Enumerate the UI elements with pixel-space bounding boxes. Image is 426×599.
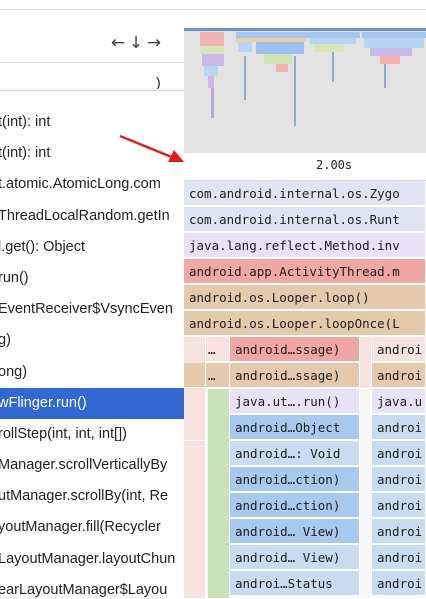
method-list-item[interactable]: EventReceiver$VsyncEven [0, 294, 186, 325]
flame-frame[interactable]: android…Object [230, 415, 360, 440]
flame-frame[interactable]: androi…Status [230, 571, 360, 596]
method-list-item[interactable]: LayoutManager.layoutChun [0, 544, 186, 575]
flame-frame[interactable]: android.os.Looper.loopOnce(L [184, 311, 426, 336]
method-list-item[interactable]: t.atomic.AtomicLong.com [0, 169, 186, 200]
flame-frame[interactable]: android…ssage) [230, 363, 360, 388]
method-list-item[interactable]: g) [0, 325, 186, 356]
flame-frame[interactable]: com.android.internal.os.Runt [184, 207, 426, 232]
flame-frame[interactable]: android… View) [230, 519, 360, 544]
method-list-item-selected[interactable]: wFlinger.run() [0, 387, 186, 419]
flame-frame[interactable]: com.android.internal.os.Zygo [184, 181, 426, 206]
flame-frame[interactable]: androi [372, 467, 426, 492]
flame-gutter-frame[interactable] [360, 389, 372, 599]
method-list-item[interactable]: earLayoutManager$Layou [0, 575, 186, 599]
method-list: t(int): int t(int): int t.atomic.AtomicL… [0, 107, 186, 599]
flame-gutter-frame[interactable] [360, 337, 372, 389]
flame-gutter-frame[interactable] [184, 337, 206, 441]
down-arrow-icon[interactable]: ↓ [128, 33, 144, 53]
flame-frame[interactable]: androi [372, 545, 426, 570]
flame-frame[interactable]: androi [372, 337, 426, 362]
navigation-toolbar: ← ↓ → [0, 27, 186, 61]
flame-frame[interactable]: androi [372, 441, 426, 466]
flame-frame[interactable]: android.app.ActivityThread.m [184, 259, 426, 284]
method-list-item[interactable]: run() [0, 263, 186, 294]
top-divider [0, 9, 186, 10]
method-list-item[interactable]: ong) [0, 357, 186, 388]
flame-frame[interactable]: android…ssage) [230, 337, 360, 362]
method-list-item[interactable]: utManager.scrollBy(int, Re [0, 481, 186, 512]
flame-gutter-frame[interactable] [184, 441, 206, 599]
flame-frame[interactable]: android.os.Looper.loop() [184, 285, 426, 310]
cpu-timeline-overview[interactable] [184, 28, 426, 153]
method-list-item[interactable]: Manager.scrollVerticallyBy [0, 450, 186, 481]
flame-chart: com.android.internal.os.Zygo com.android… [184, 181, 426, 599]
method-list-item[interactable]: rollStep(int, int, int[]) [0, 419, 186, 450]
flame-collapsed-frame[interactable]: … [206, 337, 230, 362]
flame-frame[interactable]: android…: Void [230, 441, 360, 466]
method-list-item[interactable]: l.get(): Object [0, 232, 186, 263]
flame-frame[interactable]: android… View) [230, 545, 360, 570]
clipped-list-text: ) [156, 75, 161, 89]
flame-gutter-frame[interactable] [184, 363, 206, 388]
flame-frame[interactable]: android…ction) [230, 467, 360, 492]
flame-frame[interactable]: java.lang.reflect.Method.inv [184, 233, 426, 258]
flame-frame[interactable]: java.u [372, 389, 426, 414]
flame-frame[interactable]: androi [372, 571, 426, 596]
timeline-tick-label: 2.00s [316, 158, 353, 172]
toolbar-divider [0, 62, 186, 63]
annotation-arrow-icon [119, 134, 184, 162]
flame-frame[interactable]: androi [372, 493, 426, 518]
flame-frame[interactable]: android…ction) [230, 493, 360, 518]
flame-frame[interactable]: androi [372, 415, 426, 440]
flame-frame[interactable]: java.ut….run() [230, 389, 360, 414]
flame-collapsed-frame[interactable]: … [206, 363, 230, 388]
flame-gutter-frame[interactable] [208, 389, 230, 599]
back-arrow-icon[interactable]: ← [110, 33, 126, 53]
method-list-item[interactable]: youtManager.fill(Recycler [0, 512, 186, 543]
flame-frame[interactable]: androi [372, 519, 426, 544]
method-list-panel: ← ↓ → ) t(int): int t(int): int t.atomic… [0, 0, 186, 599]
top-divider [184, 9, 426, 10]
method-list-item[interactable]: ThreadLocalRandom.getIn [0, 201, 186, 232]
header-divider [0, 90, 186, 91]
forward-arrow-icon[interactable]: → [146, 33, 162, 53]
flame-frame[interactable]: androi [372, 363, 426, 388]
flame-chart-panel: 2.00s com.android.internal.os.Zygo com.a… [184, 0, 426, 599]
